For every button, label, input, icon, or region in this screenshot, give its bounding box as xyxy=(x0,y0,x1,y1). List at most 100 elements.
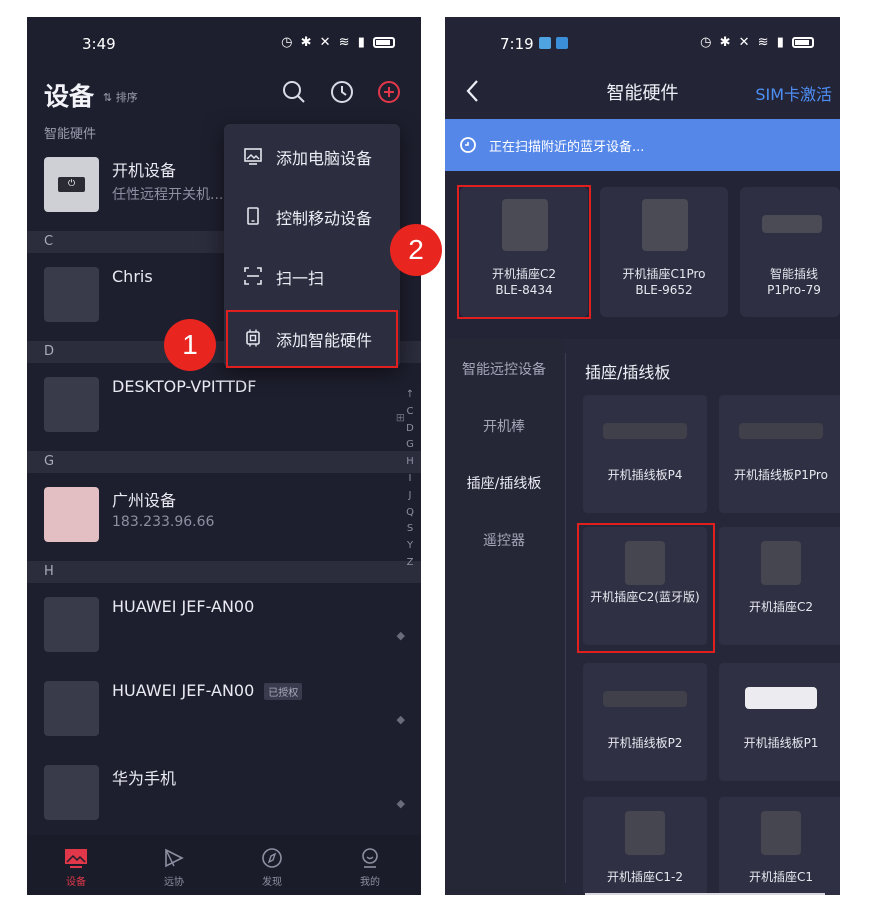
product-name: 开机插线板P4 xyxy=(607,468,683,482)
category-remote-devices[interactable]: 智能远控设备 xyxy=(445,359,563,379)
section-header-h: H xyxy=(27,561,421,583)
remote-assist-icon xyxy=(165,848,184,868)
highlight-box-nearby-c2 xyxy=(457,185,591,319)
tab-discover[interactable]: 发现 xyxy=(223,835,321,895)
power-strip-icon xyxy=(603,691,687,707)
index-letter[interactable]: Y xyxy=(404,538,416,555)
product-card[interactable]: 开机插线板P2 xyxy=(583,663,707,781)
notification-app-icon xyxy=(539,37,551,49)
category-remote-controller[interactable]: 遥控器 xyxy=(445,530,563,550)
product-name: 开机插座C1-2 xyxy=(607,870,683,884)
product-card[interactable]: 开机插线板P4 xyxy=(583,395,707,513)
add-circle-icon[interactable] xyxy=(376,79,402,105)
nearby-device-name: 开机插座C1Pro xyxy=(622,267,706,281)
product-card[interactable]: 开机插线板P1 xyxy=(719,663,840,781)
device-name: DESKTOP-VPITTDF xyxy=(112,377,257,396)
index-letter[interactable]: S xyxy=(404,521,416,538)
status-time: 7:19 xyxy=(500,35,534,53)
nearby-device-card[interactable]: 开机插座C1Pro BLE-9652 xyxy=(600,187,728,317)
index-letter[interactable]: C xyxy=(404,404,416,421)
product-card[interactable]: 开机插座C1 xyxy=(719,797,840,895)
product-catalog-panel: 智能远控设备 开机棒 插座/插线板 遥控器 插座/插线板 开机插线板P4 开机插… xyxy=(445,339,840,895)
category-sidebar: 智能远控设备 开机棒 插座/插线板 遥控器 xyxy=(445,339,563,895)
monitor-pink-icon xyxy=(44,487,99,542)
android-icon: ◆ xyxy=(396,713,405,726)
android-icon: ◆ xyxy=(396,629,405,642)
device-name: Chris xyxy=(112,267,153,286)
tab-mine[interactable]: 我的 xyxy=(321,835,419,895)
phone-device-icon xyxy=(44,597,99,652)
phone-icon xyxy=(247,207,259,225)
devices-tab-icon xyxy=(65,849,87,868)
device-row[interactable]: 广州设备 183.233.96.66 xyxy=(27,473,421,557)
power-strip-icon xyxy=(739,423,823,439)
device-name: 华为手机 xyxy=(112,769,177,788)
menu-item-scan[interactable]: 扫一扫 xyxy=(224,248,400,304)
tab-label: 远协 xyxy=(164,877,184,888)
device-name: 广州设备 xyxy=(112,491,177,510)
compass-icon xyxy=(262,848,282,868)
history-icon[interactable] xyxy=(329,79,355,105)
device-row[interactable]: DESKTOP-VPITTDF ⊞ xyxy=(27,363,421,447)
menu-item-label: 添加电脑设备 xyxy=(276,149,373,168)
index-letter[interactable]: Z xyxy=(404,555,416,572)
nearby-device-name: 智能插线 xyxy=(769,267,818,281)
power-strip-white-icon xyxy=(745,687,817,709)
authorized-badge: 已授权 xyxy=(264,683,303,700)
index-letter[interactable]: Q xyxy=(404,505,416,522)
search-icon[interactable] xyxy=(281,79,307,105)
tab-label: 设备 xyxy=(66,877,86,888)
bottom-tab-bar: 设备 远协 发现 我的 xyxy=(27,835,421,895)
product-name: 开机插线板P2 xyxy=(607,736,683,750)
section-header-g: G xyxy=(27,451,421,473)
menu-item-control-mobile[interactable]: 控制移动设备 xyxy=(224,188,400,244)
monitor-image-icon xyxy=(244,148,262,165)
index-letter[interactable]: I xyxy=(404,471,416,488)
index-letter[interactable]: G xyxy=(404,437,416,454)
product-card[interactable]: 开机插座C2 xyxy=(719,527,840,645)
divider xyxy=(565,353,566,883)
step-2-badge: 2 xyxy=(390,224,442,276)
profile-icon xyxy=(362,848,378,868)
tab-remote-assist[interactable]: 远协 xyxy=(125,835,223,895)
alphabet-index[interactable]: ↑ C D G H I J Q S Y Z xyxy=(404,387,416,572)
device-row[interactable]: 华为手机 ◆ xyxy=(27,751,421,835)
scroll-indicator xyxy=(585,893,825,895)
product-name: 开机插座C1 xyxy=(748,870,813,884)
device-name: 开机设备 xyxy=(112,161,177,180)
power-strip-icon xyxy=(762,215,822,233)
nearby-device-id: BLE-9652 xyxy=(635,283,693,297)
socket-icon xyxy=(761,541,801,585)
category-power-stick[interactable]: 开机棒 xyxy=(445,416,563,436)
highlight-box-c2-bluetooth xyxy=(577,523,715,653)
index-letter[interactable]: J xyxy=(404,488,416,505)
sim-activate-link[interactable]: SIM卡激活 xyxy=(755,81,832,105)
scan-status-text: 正在扫描附近的蓝牙设备... xyxy=(489,140,645,155)
device-ip: 183.233.96.66 xyxy=(112,514,215,530)
tab-devices[interactable]: 设备 xyxy=(27,835,125,895)
phone-screen-smart-hardware: 7:19 ◷ ✱ ✕ ≋ ▮ 智能硬件 SIM卡激活 正在扫描附近的蓝牙设备..… xyxy=(445,17,840,895)
index-letter[interactable]: ↑ xyxy=(404,387,416,404)
sort-button[interactable]: ⇅ 排序 xyxy=(103,89,138,105)
socket-icon xyxy=(642,199,688,251)
tab-label: 发现 xyxy=(262,877,282,888)
smart-hardware-section-label: 智能硬件 xyxy=(44,127,97,142)
index-letter[interactable]: D xyxy=(404,421,416,438)
nearby-device-card[interactable]: 智能插线 P1Pro-79 xyxy=(740,187,840,317)
battery-icon xyxy=(373,37,395,48)
socket-icon xyxy=(761,811,801,855)
status-icons: ◷ ✱ ✕ ≋ ▮ xyxy=(700,35,814,50)
index-letter[interactable]: H xyxy=(404,454,416,471)
device-row[interactable]: HUAWEI JEF-AN00 ◆ xyxy=(27,583,421,667)
category-sockets[interactable]: 插座/插线板 xyxy=(445,473,563,493)
product-card[interactable]: 开机插线板P1Pro xyxy=(719,395,840,513)
phone-device-icon xyxy=(44,765,99,820)
device-row[interactable]: HUAWEI JEF-AN00 已授权 ◆ xyxy=(27,667,421,751)
product-name: 开机插线板P1 xyxy=(743,736,819,750)
status-bar: 3:49 ◷ ✱ ✕ ≋ ▮ xyxy=(27,17,421,69)
product-card[interactable]: 开机插座C1-2 xyxy=(583,797,707,895)
product-name: 开机插线板P1Pro xyxy=(734,468,828,482)
scan-icon xyxy=(244,267,262,285)
device-name: HUAWEI JEF-AN00 已授权 xyxy=(112,681,303,700)
menu-item-add-computer[interactable]: 添加电脑设备 xyxy=(224,128,400,184)
